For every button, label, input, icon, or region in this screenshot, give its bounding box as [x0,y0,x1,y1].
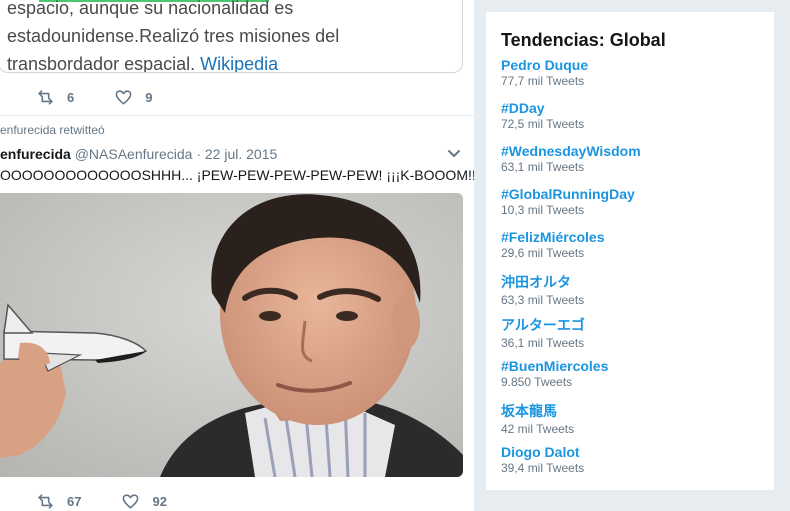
trend-item[interactable]: Pedro Duque 77,7 mil Tweets [501,57,588,88]
trend-count: 77,7 mil Tweets [501,74,585,88]
quoted-line: estadounidense.Realizó tres misiones del [7,26,340,46]
wikipedia-link[interactable]: Wikipedia [200,54,278,72]
trend-count: 9.850 Tweets [501,375,573,389]
trend-name[interactable]: #WednesdayWisdom [501,143,641,159]
like-button[interactable]: 9 [114,88,152,107]
like-button[interactable]: 92 [121,492,167,511]
trend-count: 63,3 mil Tweets [501,293,585,307]
quoted-line: espacio, aunque su nacionalidad es [7,0,294,18]
trend-name[interactable]: #BuenMiercoles [501,358,608,374]
chevron-down-icon[interactable] [447,149,461,159]
trend-name[interactable]: #FelizMiércoles [501,229,605,245]
tweet-text: OOOOOOOOOOOOOSHHH... ¡PEW-PEW-PEW-PEW-PE… [0,167,474,183]
tweet-photo[interactable] [0,193,463,477]
trend-name[interactable]: #GlobalRunningDay [501,186,635,202]
divider [0,115,474,116]
author-name[interactable]: enfurecida [0,146,71,162]
retweet-icon [38,90,53,105]
heart-icon [115,90,132,105]
tweet-date[interactable]: 22 jul. 2015 [205,146,277,162]
trend-item[interactable]: 沖田オルタ 63,3 mil Tweets [501,272,584,307]
trend-name[interactable]: 坂本龍馬 [501,401,574,421]
trends-title: Tendencias: Global [501,30,666,50]
tweet-actions: 6 9 [36,88,192,107]
quoted-card[interactable]: espacio, aunque su nacionalidad es estad… [0,0,463,73]
heart-icon [123,494,139,509]
trend-name[interactable]: 沖田オルタ [501,272,584,292]
quoted-line-text: transbordador espacial. [7,54,196,73]
trend-item[interactable]: #WednesdayWisdom 63,1 mil Tweets [501,143,641,174]
tweet-actions: 67 92 [36,492,207,511]
trend-item[interactable]: 坂本龍馬 42 mil Tweets [501,401,574,436]
trend-name[interactable]: Diogo Dalot [501,444,584,460]
tweet-header: enfurecida @NASAenfurecida · 22 jul. 201… [0,146,277,162]
trend-item[interactable]: #BuenMiercoles 9.850 Tweets [501,358,608,389]
trend-count: 39,4 mil Tweets [501,461,585,475]
trend-count: 36,1 mil Tweets [501,336,585,350]
trend-item[interactable]: Diogo Dalot 39,4 mil Tweets [501,444,584,475]
retweet-button[interactable]: 67 [36,492,81,511]
trend-count: 10,3 mil Tweets [501,203,585,217]
retweet-count: 6 [67,90,75,105]
trend-name[interactable]: #DDay [501,100,584,116]
separator: · [196,146,201,162]
trend-count: 72,5 mil Tweets [501,117,585,131]
trends-panel: Tendencias: Global Pedro Duque 77,7 mil … [486,12,774,490]
timeline: espacio, aunque su nacionalidad es estad… [0,0,474,511]
photo-illustration [0,193,463,477]
trend-item[interactable]: #GlobalRunningDay 10,3 mil Tweets [501,186,635,217]
retweet-button[interactable]: 6 [36,88,74,107]
quoted-line: transbordador espacial. Wikipedia [7,50,447,73]
like-count: 92 [152,494,167,509]
retweet-context: enfurecida retwitteó [0,123,105,137]
trend-name[interactable]: Pedro Duque [501,57,588,73]
quoted-text: espacio, aunque su nacionalidad es estad… [7,0,447,73]
trend-count: 29,6 mil Tweets [501,246,585,260]
trend-count: 42 mil Tweets [501,422,575,436]
trend-item[interactable]: #DDay 72,5 mil Tweets [501,100,584,131]
author-handle[interactable]: @NASAenfurecida [75,146,193,162]
trend-name[interactable]: アルターエゴ [501,315,585,335]
retweet-count: 67 [67,494,82,509]
trend-item[interactable]: アルターエゴ 36,1 mil Tweets [501,315,585,350]
like-count: 9 [145,90,153,105]
trend-count: 63,1 mil Tweets [501,160,585,174]
retweet-icon [38,494,53,509]
trend-item[interactable]: #FelizMiércoles 29,6 mil Tweets [501,229,605,260]
